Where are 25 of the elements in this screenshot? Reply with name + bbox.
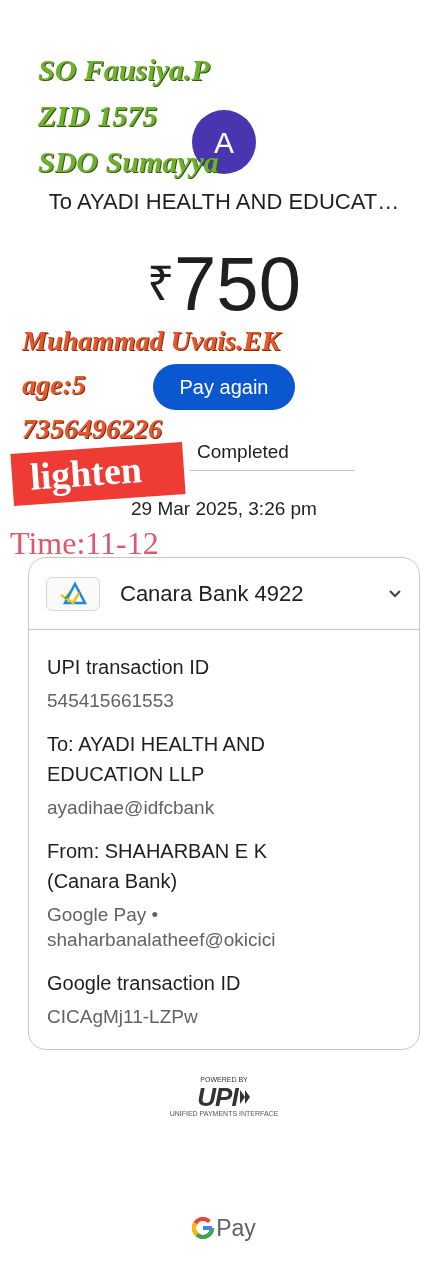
detail-label: To: AYADI HEALTH AND EDUCATION LLP	[47, 732, 266, 787]
status-text: Completed	[196, 440, 289, 464]
detail-label: UPI transaction ID	[47, 655, 211, 680]
detail-value: Google Pay • shaharbanalatheef@okicici	[47, 903, 277, 952]
currency-symbol: ₹	[147, 260, 175, 308]
bank-logo-icon	[46, 576, 100, 611]
recipient-name: To AYADI HEALTH AND EDUCAT…	[48, 188, 400, 216]
annotation-text: Time:11-12	[10, 524, 159, 562]
annotation-text: ZID 1575	[38, 98, 158, 134]
expand-icon[interactable]	[388, 588, 402, 599]
annotation-text: age:5	[22, 368, 86, 402]
annotation-text: Muhammad Uvais.EK	[22, 324, 281, 358]
google-g-icon	[192, 1217, 215, 1239]
google-pay-brand: Pay	[216, 1216, 256, 1240]
upi-logo: UPI	[197, 1084, 238, 1110]
detail-label: From: SHAHARBAN E K (Canara Bank)	[47, 839, 269, 894]
amount: 750	[174, 246, 301, 322]
detail-value: 545415661553	[47, 689, 175, 713]
bank-account-name: Canara Bank 4922	[120, 580, 305, 608]
detail-value: CICAgMj11-LZPw	[47, 1005, 199, 1029]
chevrons-icon	[238, 1089, 251, 1105]
annotation-text: SO Fausiya.P	[38, 52, 210, 88]
pay-again-button[interactable]: Pay again	[153, 364, 295, 410]
detail-value: ayadihae@idfcbank	[47, 796, 216, 820]
detail-label: Google transaction ID	[47, 971, 242, 996]
